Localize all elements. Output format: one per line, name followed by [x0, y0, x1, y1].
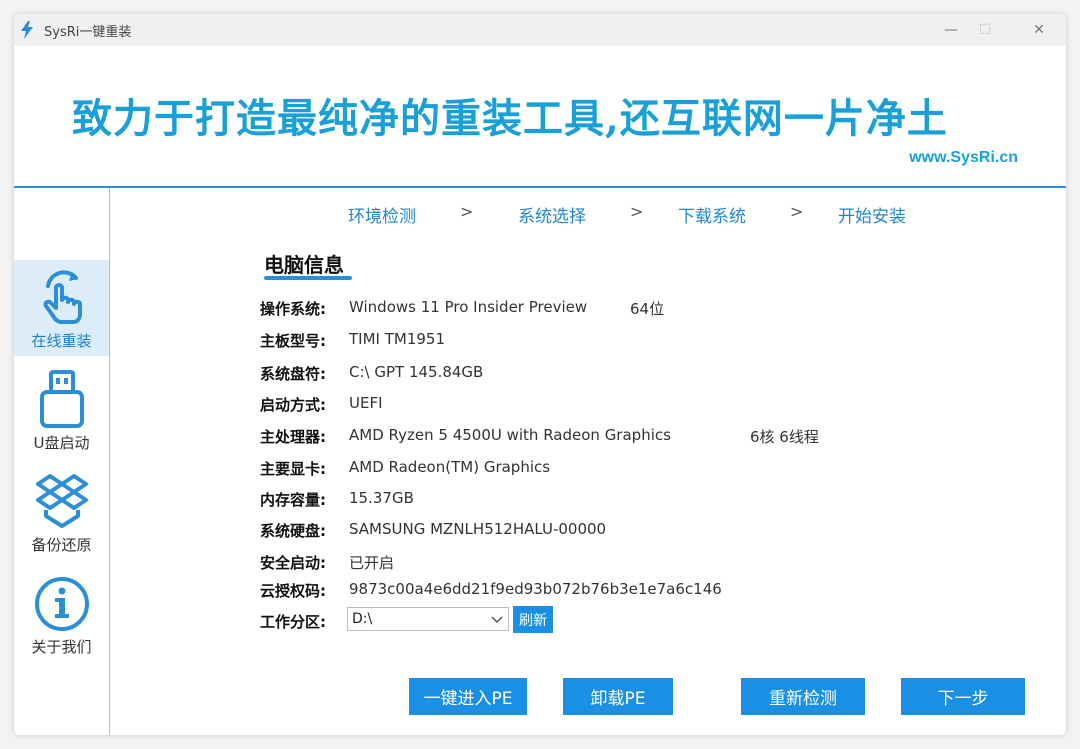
info-label: 启动方式: — [260, 396, 326, 414]
chevron-down-icon — [491, 616, 503, 624]
step-install: 开始安装 — [838, 207, 906, 227]
info-label: 主板型号: — [260, 332, 326, 350]
partition-select[interactable]: D:\ — [347, 607, 509, 631]
info-value: 15.37GB — [349, 489, 414, 507]
lightning-icon — [21, 21, 33, 39]
step-system-select: 系统选择 — [518, 207, 586, 227]
sidebar-item-backup-restore[interactable]: 备份还原 — [14, 464, 109, 560]
sidebar-item-label: U盘启动 — [33, 434, 90, 452]
info-value: 9873c00a4e6dd21f9ed93b072b76b3e1e7a6c146 — [349, 580, 722, 598]
info-label: 主要显卡: — [260, 460, 326, 478]
refresh-button[interactable]: 刷新 — [513, 606, 553, 633]
sidebar-item-label: 在线重装 — [31, 332, 92, 350]
app-window: SysRi一键重装 — ☐ ✕ 致力于打造最纯净的重装工具,还互联网一片净土 w… — [14, 14, 1066, 735]
info-extra: 6核 6线程 — [750, 428, 819, 446]
info-value: AMD Radeon(TM) Graphics — [349, 458, 551, 476]
section-underline — [264, 276, 352, 280]
info-extra: 64位 — [630, 300, 665, 318]
step-env-check: 环境检测 — [348, 207, 416, 227]
sidebar-item-usb-boot[interactable]: U盘启动 — [14, 362, 109, 458]
usb-drive-icon — [39, 370, 84, 428]
close-button[interactable]: ✕ — [1016, 14, 1062, 46]
info-label: 工作分区: — [260, 613, 326, 631]
sidebar-item-label: 关于我们 — [31, 638, 92, 656]
uninstall-pe-button[interactable]: 卸载PE — [563, 678, 673, 715]
next-step-button[interactable]: 下一步 — [901, 678, 1025, 715]
step-download: 下载系统 — [678, 207, 746, 227]
sidebar-item-online-reinstall[interactable]: 在线重装 — [14, 260, 109, 356]
info-label: 内存容量: — [260, 491, 326, 509]
info-circle-icon — [34, 577, 89, 631]
header-banner: 致力于打造最纯净的重装工具,还互联网一片净土 www.SysRi.cn — [14, 46, 1066, 186]
sidebar-item-label: 备份还原 — [31, 536, 92, 554]
banner-slogan: 致力于打造最纯净的重装工具,还互联网一片净土 — [72, 95, 948, 142]
enter-pe-button[interactable]: 一键进入PE — [409, 678, 527, 715]
window-title: SysRi一键重装 — [44, 25, 132, 40]
section-title: 电脑信息 — [264, 253, 344, 277]
info-label: 系统盘符: — [260, 365, 326, 383]
recheck-button[interactable]: 重新检测 — [741, 678, 865, 715]
info-value: TIMI TM1951 — [349, 330, 445, 348]
info-label: 系统硬盘: — [260, 522, 326, 540]
info-value: SAMSUNG MZNLH512HALU-00000 — [349, 520, 607, 538]
banner-url: www.SysRi.cn — [909, 149, 1018, 166]
step-separator: > — [790, 202, 804, 221]
sidebar-item-about-us[interactable]: 关于我们 — [14, 566, 109, 662]
info-label: 云授权码: — [260, 582, 326, 600]
step-indicator: 环境检测 > 系统选择 > 下载系统 > 开始安装 — [344, 202, 944, 228]
maximize-button[interactable]: ☐ — [962, 14, 1008, 46]
title-bar: SysRi一键重装 — ☐ ✕ — [14, 14, 1066, 46]
info-label: 安全启动: — [260, 554, 326, 572]
step-separator: > — [630, 202, 644, 221]
step-separator: > — [460, 202, 474, 221]
info-label: 操作系统: — [260, 300, 326, 318]
info-label: 主处理器: — [260, 428, 326, 446]
info-value: UEFI — [349, 394, 383, 412]
info-value: C:\ GPT 145.84GB — [349, 363, 484, 381]
partition-select-value: D:\ — [352, 611, 373, 627]
info-value: Windows 11 Pro Insider Preview — [349, 298, 588, 316]
banner-divider — [14, 186, 1066, 188]
info-value: 已开启 — [349, 554, 395, 572]
info-value: AMD Ryzen 5 4500U with Radeon Graphics — [349, 426, 671, 444]
hand-click-icon — [43, 270, 82, 324]
dropbox-cube-icon — [35, 474, 88, 528]
sidebar: 在线重装 U盘启动 备份还原 关于我们 — [14, 188, 110, 735]
